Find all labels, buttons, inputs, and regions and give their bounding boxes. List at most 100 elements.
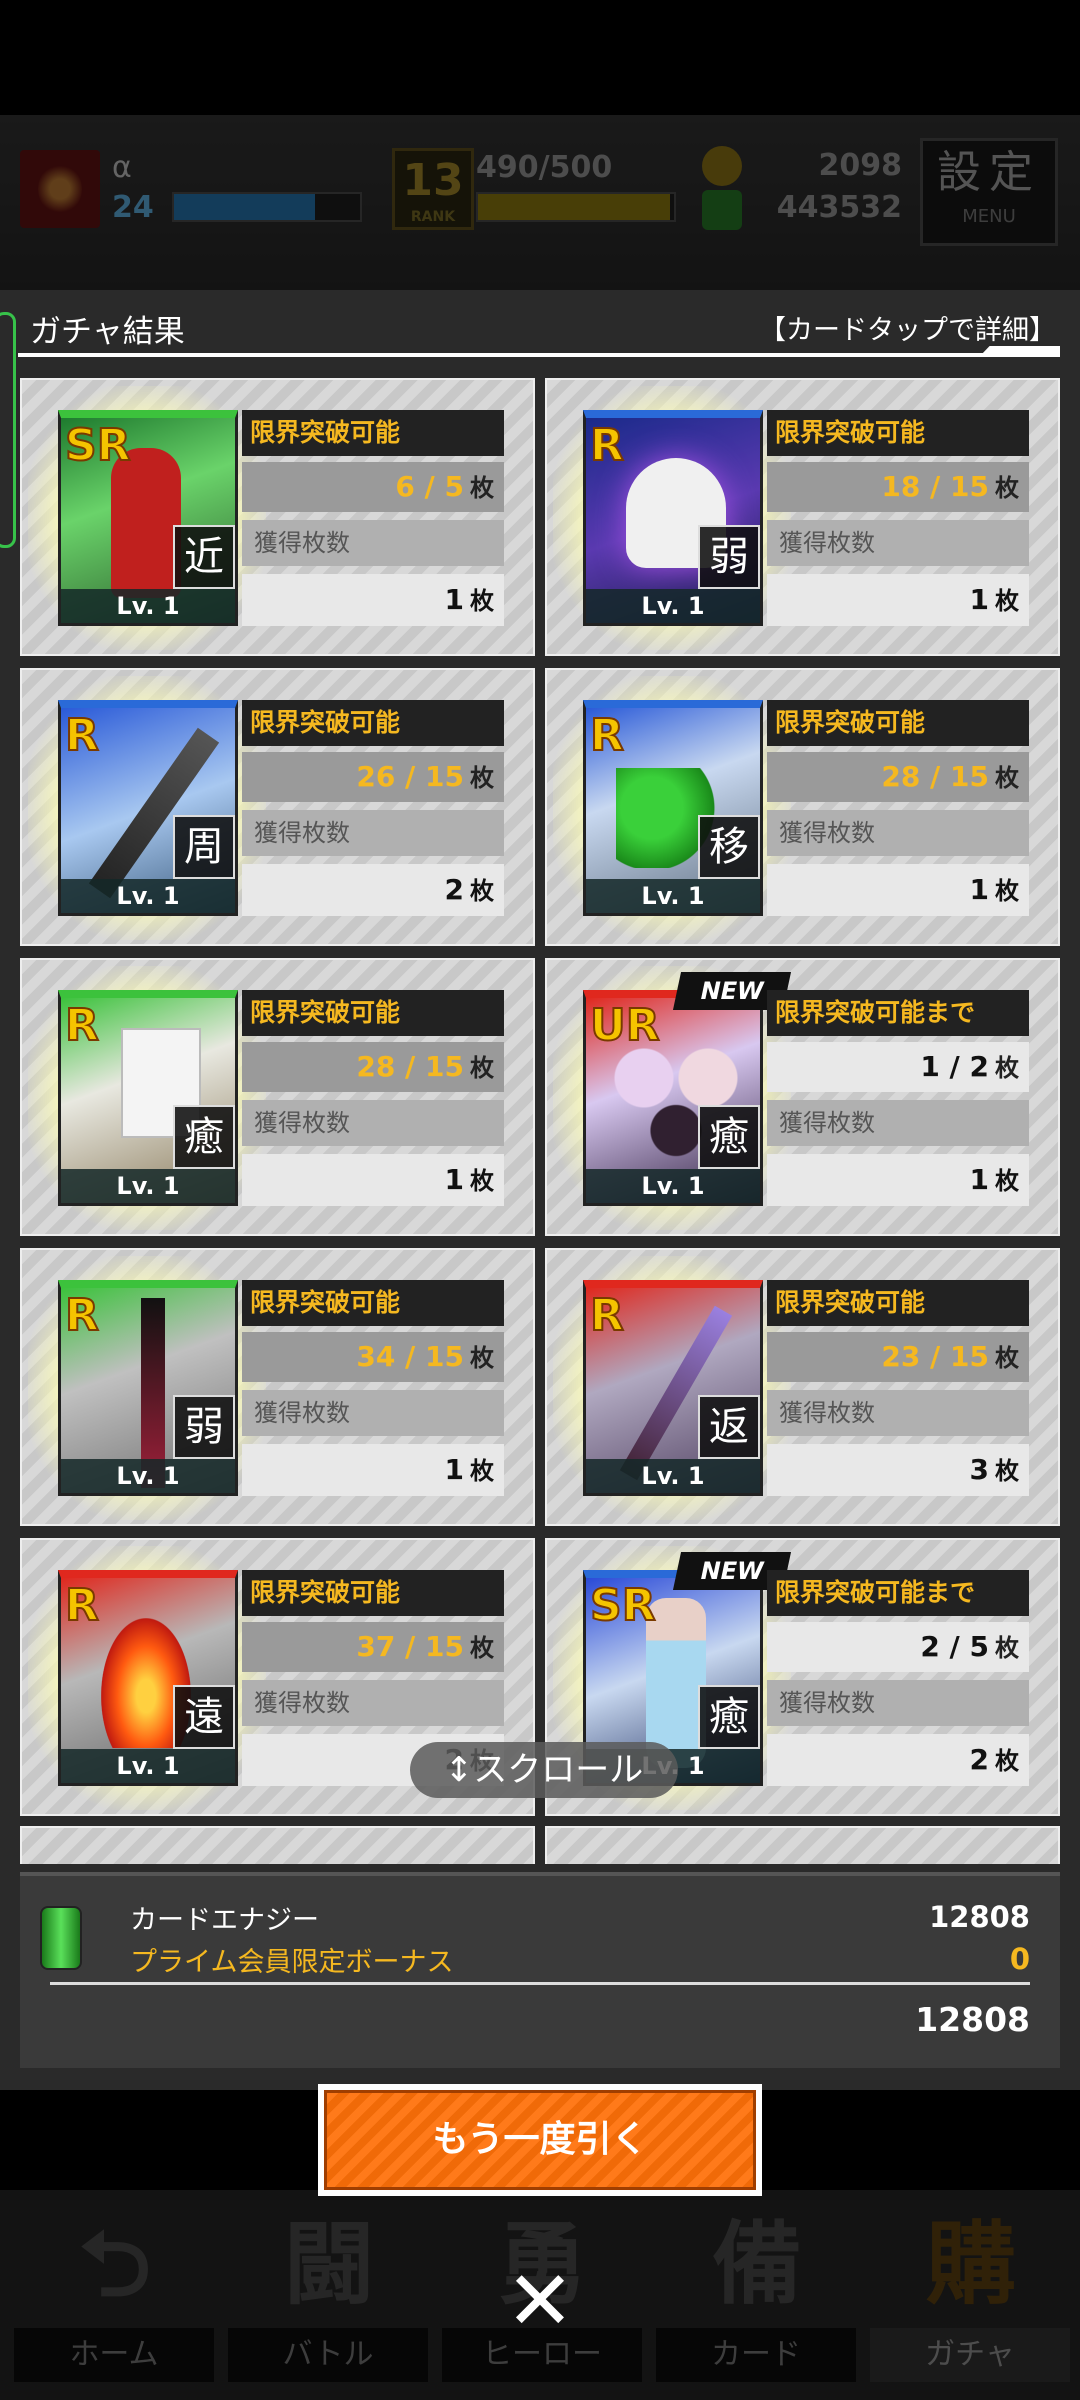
card-art: SR 近 Lv. 1 xyxy=(58,410,238,626)
obtained-label: 獲得枚数 xyxy=(242,1390,504,1436)
settings-menu-button[interactable]: 設定 MENU xyxy=(920,138,1058,246)
count-unit: 枚 xyxy=(995,1344,1019,1372)
gacha-card[interactable]: R 弱 Lv. 1 限界突破可能 18 / 15 枚獲得枚数 1 枚 xyxy=(545,378,1060,656)
card-level: Lv. 1 xyxy=(586,879,760,913)
card-rarity: R xyxy=(589,709,625,762)
limit-break-status: 限界突破可能 xyxy=(242,1570,504,1616)
card-level: Lv. 1 xyxy=(586,1459,760,1493)
gacha-card[interactable]: R 返 Lv. 1 限界突破可能 23 / 15 枚獲得枚数 3 枚 xyxy=(545,1248,1060,1526)
obtained-count-value: 1 xyxy=(969,583,989,616)
card-level: Lv. 1 xyxy=(61,879,235,913)
coin-icon xyxy=(702,146,742,186)
obtained-count-value: 3 xyxy=(969,1453,989,1486)
nav-item-card[interactable]: 備カード xyxy=(652,2200,862,2390)
obtained-count-value: 1 xyxy=(969,873,989,906)
card-partial[interactable] xyxy=(20,1826,535,1864)
obtained-count: 2枚 xyxy=(242,864,504,916)
count-unit: 枚 xyxy=(470,474,494,502)
card-level: Lv. 1 xyxy=(61,1169,235,1203)
obtained-count-value: 1 xyxy=(444,1163,464,1196)
limit-break-status: 限界突破可能 xyxy=(242,700,504,746)
limit-break-count: 28 / 15 枚 xyxy=(242,1042,504,1092)
limit-break-count: 26 / 15 枚 xyxy=(242,752,504,802)
limit-break-count: 28 / 15 枚 xyxy=(767,752,1029,802)
home-icon: ⮌ xyxy=(78,2212,152,2317)
card-energy-total: 12808 xyxy=(915,2000,1030,2039)
card-art: R 弱 Lv. 1 xyxy=(583,410,763,626)
obtained-unit: 枚 xyxy=(470,587,494,615)
obtained-count: 3枚 xyxy=(767,1444,1029,1496)
count-unit: 枚 xyxy=(470,1344,494,1372)
card-art: R 癒 Lv. 1 xyxy=(58,990,238,1206)
count-unit: 枚 xyxy=(470,1634,494,1662)
gacha-card[interactable]: R 癒 Lv. 1 限界突破可能 28 / 15 枚獲得枚数 1 枚 xyxy=(20,958,535,1236)
limit-break-status: 限界突破可能 xyxy=(767,1280,1029,1326)
card-art: R 返 Lv. 1 xyxy=(583,1280,763,1496)
obtained-count: 1枚 xyxy=(767,864,1029,916)
nav-label: ホーム xyxy=(14,2328,214,2382)
exp-text: 490/500 xyxy=(476,150,613,185)
nav-item-gacha[interactable]: 購ガチャ xyxy=(866,2200,1076,2390)
exp-gauge-fill xyxy=(478,194,671,220)
limit-break-count-value: 28 / 15 xyxy=(356,1050,464,1083)
obtained-label: 獲得枚数 xyxy=(242,810,504,856)
scroll-hint: ↕スクロール xyxy=(410,1742,678,1798)
card-energy-amount: 12808 xyxy=(929,1900,1030,1934)
card-rarity: R xyxy=(64,999,100,1052)
obtained-count-value: 1 xyxy=(444,1453,464,1486)
obtained-unit: 枚 xyxy=(995,877,1019,905)
count-unit: 枚 xyxy=(995,1054,1019,1082)
gacha-icon: 購 xyxy=(926,2212,1016,2317)
title-divider-accent xyxy=(980,346,1060,356)
player-emblem-icon[interactable] xyxy=(20,150,100,228)
card-type-chip: 近 xyxy=(173,525,235,589)
limit-break-count: 18 / 15 枚 xyxy=(767,462,1029,512)
count-unit: 枚 xyxy=(470,764,494,792)
close-icon[interactable]: ✕ xyxy=(500,2261,580,2343)
modal-hint: 【カードタップで詳細】 xyxy=(759,315,1056,346)
exp-gauge xyxy=(476,192,676,222)
obtained-label: 獲得枚数 xyxy=(242,1680,504,1726)
obtained-count-value: 2 xyxy=(444,873,464,906)
gacha-card[interactable]: UR 癒 Lv. 1 NEW 限界突破可能まで 1 / 2 枚獲得枚数 1 枚 xyxy=(545,958,1060,1236)
obtained-unit: 枚 xyxy=(470,1167,494,1195)
rank-label: RANK xyxy=(410,209,456,225)
obtained-label: 獲得枚数 xyxy=(767,520,1029,566)
draw-again-button[interactable]: もう一度引く xyxy=(318,2084,762,2196)
card-type-chip: 弱 xyxy=(173,1395,235,1459)
title-divider xyxy=(18,353,1060,357)
obtained-count: 1枚 xyxy=(242,1154,504,1206)
limit-break-status: 限界突破可能まで xyxy=(767,990,1029,1036)
limit-break-count-value: 37 / 15 xyxy=(356,1630,464,1663)
nav-item-battle[interactable]: 闘バトル xyxy=(224,2200,434,2390)
limit-break-status: 限界突破可能 xyxy=(767,700,1029,746)
card-type-chip: 癒 xyxy=(173,1105,235,1169)
settings-label: 設定 xyxy=(937,147,1041,198)
draw-again-label: もう一度引く xyxy=(324,2090,756,2190)
obtained-count: 1枚 xyxy=(242,1444,504,1496)
obtained-count: 2枚 xyxy=(767,1734,1029,1786)
obtained-label: 獲得枚数 xyxy=(242,1100,504,1146)
gacha-card[interactable]: SR 近 Lv. 1 限界突破可能 6 / 5 枚獲得枚数 1 枚 xyxy=(20,378,535,656)
limit-break-count-value: 2 / 5 xyxy=(920,1630,989,1663)
gacha-card[interactable]: R 移 Lv. 1 限界突破可能 28 / 15 枚獲得枚数 1 枚 xyxy=(545,668,1060,946)
card-grid[interactable]: SR 近 Lv. 1 限界突破可能 6 / 5 枚獲得枚数 1 枚 R 弱 Lv. 1 限界突破可能 1… xyxy=(20,378,1060,1864)
gacha-card[interactable]: R 弱 Lv. 1 限界突破可能 34 / 15 枚獲得枚数 1 枚 xyxy=(20,1248,535,1526)
limit-break-count: 23 / 15 枚 xyxy=(767,1332,1029,1382)
modal-title: ガチャ結果 xyxy=(30,314,185,350)
obtained-count: 1枚 xyxy=(242,574,504,626)
battle-icon: 闘 xyxy=(284,2212,374,2317)
card-rarity: R xyxy=(64,1289,100,1342)
card-partial[interactable] xyxy=(545,1826,1060,1864)
energy-icon xyxy=(702,190,742,230)
obtained-unit: 枚 xyxy=(995,1167,1019,1195)
card-level: Lv. 1 xyxy=(586,1169,760,1203)
obtained-label: 獲得枚数 xyxy=(767,1680,1029,1726)
gacha-card[interactable]: R 周 Lv. 1 限界突破可能 26 / 15 枚獲得枚数 2 枚 xyxy=(20,668,535,946)
card-rarity: SR xyxy=(589,1579,657,1632)
side-tab xyxy=(0,312,16,548)
card-art: R 弱 Lv. 1 xyxy=(58,1280,238,1496)
limit-break-count: 37 / 15 枚 xyxy=(242,1622,504,1672)
card-energy-icon xyxy=(40,1906,82,1970)
nav-item-home[interactable]: ⮌ ホーム xyxy=(10,2200,220,2390)
